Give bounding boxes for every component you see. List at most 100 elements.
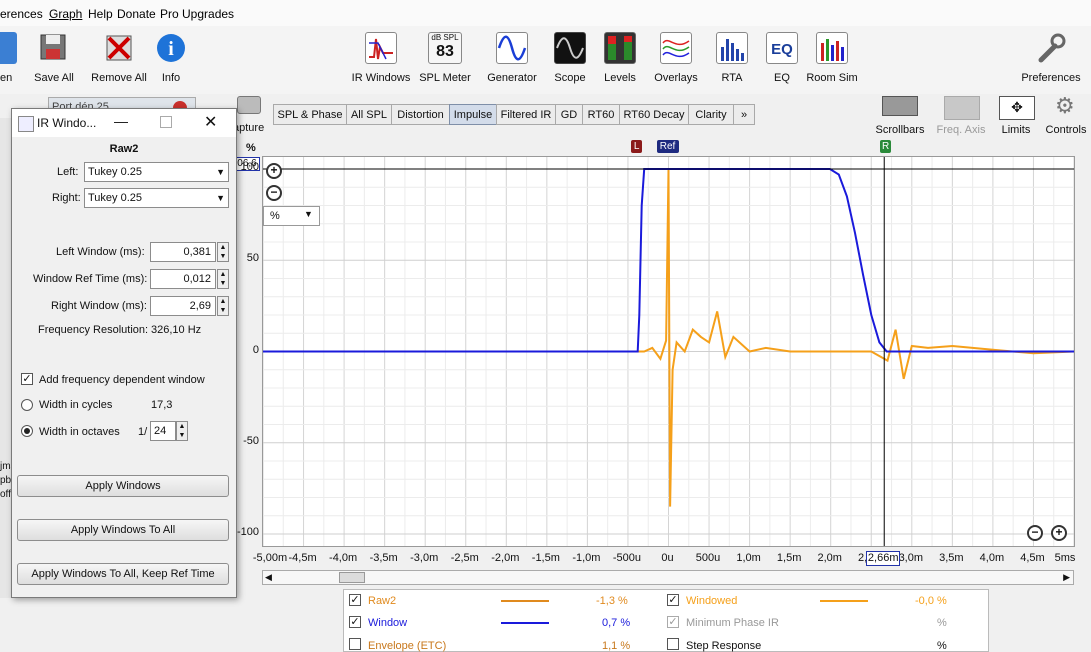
right-shape-value: Tukey 0.25 — [88, 192, 143, 204]
legend-min-phase-value: % — [937, 617, 947, 629]
legend-windowed-value: -0,0 % — [915, 595, 947, 607]
freq-axis-button[interactable]: Freq. Axis — [932, 92, 990, 140]
left-window-marker[interactable]: L — [631, 140, 643, 153]
apply-windows-to-all-button[interactable]: Apply Windows To All — [17, 519, 229, 541]
tab-rt60[interactable]: RT60 — [582, 104, 620, 125]
width-octaves-radio[interactable] — [21, 425, 33, 437]
info-button[interactable]: i Info — [151, 30, 191, 90]
scroll-right-icon[interactable]: ▶ — [1063, 572, 1070, 583]
menu-graph[interactable]: Graph — [49, 7, 82, 21]
x-tick-label: -1,0m — [572, 552, 601, 564]
room-sim-button[interactable]: Room Sim — [804, 30, 860, 90]
x-tick-label: -4,0m — [329, 552, 358, 564]
spl-meter-icon: dB SPL 83 — [428, 32, 462, 64]
apply-windows-to-all-keep-ref-button[interactable]: Apply Windows To All, Keep Ref Time — [17, 563, 229, 585]
left-shape-select[interactable]: Tukey 0.25 ▼ — [84, 162, 229, 182]
octaves-input[interactable]: 24 — [150, 421, 176, 441]
impulse-plot[interactable] — [262, 156, 1075, 547]
menu-pro-upgrades[interactable]: Pro Upgrades — [160, 7, 234, 21]
ref-time-input[interactable]: 0,012 — [150, 269, 216, 289]
eq-button[interactable]: EQ EQ — [760, 30, 804, 90]
freq-resolution-value: 326,10 Hz — [151, 324, 202, 336]
tab-rt60-decay[interactable]: RT60 Decay — [619, 104, 689, 125]
tab-gd[interactable]: GD — [555, 104, 583, 125]
legend-min-phase-checkbox[interactable]: ✓ — [667, 616, 679, 628]
capture-label: apture — [233, 122, 265, 134]
legend-window-value: 0,7 % — [602, 617, 631, 629]
legend-windowed-checkbox[interactable]: ✓ — [667, 594, 679, 606]
generator-icon — [496, 32, 528, 64]
spl-meter-button[interactable]: dB SPL 83 SPL Meter — [416, 30, 474, 90]
spl-meter-value: 83 — [436, 43, 454, 60]
menu-help[interactable]: Help — [88, 7, 113, 21]
controls-label: Controls — [1045, 124, 1087, 136]
limits-button[interactable]: ✥ Limits — [994, 92, 1038, 140]
capture-button[interactable]: apture — [233, 96, 265, 136]
right-shape-select[interactable]: Tukey 0.25 ▼ — [84, 188, 229, 208]
right-window-marker[interactable]: R — [880, 140, 892, 153]
scrollbars-button[interactable]: Scrollbars — [872, 92, 928, 140]
legend-window-checkbox[interactable]: ✓ — [349, 616, 361, 628]
rta-label: RTA — [721, 72, 743, 84]
open-label: en — [0, 72, 13, 84]
zoom-in-vertical-icon[interactable]: + — [266, 163, 282, 179]
tab-more[interactable]: » — [733, 104, 755, 125]
close-icon[interactable]: ✕ — [204, 112, 217, 132]
legend-envelope-checkbox[interactable] — [349, 638, 361, 650]
fdw-checkbox[interactable]: ✓ — [21, 373, 33, 385]
x-tick-label: -2,0m — [491, 552, 520, 564]
freq-resolution-label: Frequency Resolution: — [38, 324, 149, 336]
right-shape-label: Right: — [52, 192, 81, 204]
dialog-titlebar[interactable]: IR Windo... — ✕ — [12, 109, 236, 137]
tab-all-spl[interactable]: All SPL — [346, 104, 392, 125]
ref-time-stepper[interactable]: ▲ ▼ — [217, 269, 229, 289]
right-window-label: Right Window (ms): — [51, 300, 147, 312]
left-window-stepper[interactable]: ▲ ▼ — [217, 242, 229, 262]
info-label: Info — [161, 72, 181, 84]
save-all-label: Save All — [34, 72, 74, 84]
scroll-thumb[interactable] — [339, 572, 365, 583]
tab-impulse[interactable]: Impulse — [449, 104, 497, 125]
right-window-input[interactable]: 2,69 — [150, 296, 216, 316]
legend-windowed-swatch — [820, 600, 868, 602]
panel-fragment-3: off — [0, 489, 11, 500]
zoom-in-horizontal-icon[interactable]: + — [1051, 525, 1067, 541]
ir-windows-icon — [365, 32, 397, 64]
zoom-out-horizontal-icon[interactable]: − — [1027, 525, 1043, 541]
preferences-button[interactable]: Preferences — [1018, 30, 1084, 90]
scope-button[interactable]: Scope — [545, 30, 595, 90]
generator-button[interactable]: Generator — [482, 30, 542, 90]
ref-time-marker[interactable]: Ref — [656, 140, 679, 153]
minimize-icon[interactable]: — — [114, 113, 128, 129]
zoom-out-vertical-icon[interactable]: − — [266, 185, 282, 201]
remove-all-button[interactable]: Remove All — [88, 30, 150, 90]
controls-button[interactable]: ⚙ Controls — [1042, 92, 1090, 140]
left-shape-label: Left: — [57, 166, 79, 178]
width-cycles-radio[interactable] — [21, 399, 33, 411]
eq-label: EQ — [774, 72, 790, 84]
apply-windows-button[interactable]: Apply Windows — [17, 475, 229, 497]
tab-clarity[interactable]: Clarity — [688, 104, 734, 125]
gear-icon: ⚙ — [1055, 93, 1075, 118]
ir-windows-button[interactable]: IR Windows — [350, 30, 412, 90]
tab-spl-phase[interactable]: SPL & Phase — [273, 104, 347, 125]
octaves-stepper[interactable]: ▲ ▼ — [176, 421, 188, 441]
unit-select[interactable]: % ▼ — [263, 206, 320, 226]
rta-button[interactable]: RTA — [710, 30, 754, 90]
menu-preferences[interactable]: erences — [0, 7, 43, 21]
tab-distortion[interactable]: Distortion — [391, 104, 450, 125]
menu-donate[interactable]: Donate — [117, 7, 156, 21]
maximize-icon[interactable] — [160, 116, 172, 128]
horizontal-scrollbar[interactable]: ◀ ▶ — [262, 570, 1074, 585]
left-window-input[interactable]: 0,381 — [150, 242, 216, 262]
tab-filtered-ir[interactable]: Filtered IR — [496, 104, 556, 125]
save-all-button[interactable]: Save All — [30, 30, 78, 90]
scroll-left-icon[interactable]: ◀ — [265, 572, 272, 583]
overlays-button[interactable]: Overlays — [648, 30, 704, 90]
legend-step-response-checkbox[interactable] — [667, 638, 679, 650]
legend-min-phase-label: Minimum Phase IR — [686, 617, 779, 629]
legend-raw2-checkbox[interactable]: ✓ — [349, 594, 361, 606]
right-window-stepper[interactable]: ▲ ▼ — [217, 296, 229, 316]
levels-button[interactable]: Levels — [596, 30, 644, 90]
open-button[interactable]: en — [0, 30, 30, 90]
